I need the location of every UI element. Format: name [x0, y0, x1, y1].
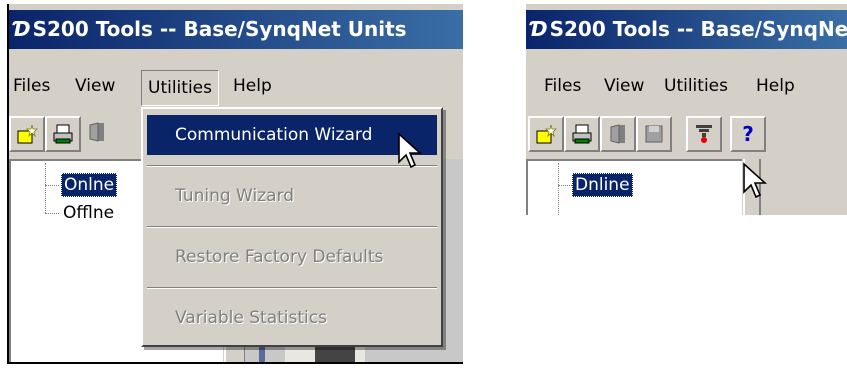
app-icon: Ɗ [530, 17, 548, 41]
tree-node-offline[interactable]: Offlne [61, 202, 116, 224]
right-title-bar: Ɗ S200 Tools -- Base/SynqNet [526, 10, 847, 49]
save-button[interactable] [636, 116, 672, 152]
left-menu-bar: Files View Utilities Help [9, 52, 463, 110]
menu-item-variable-statistics[interactable]: Variable Statistics [147, 298, 437, 338]
exit-icon [610, 124, 625, 144]
menu-separator [147, 165, 437, 167]
app-icon: Ɗ [13, 17, 31, 41]
menu-help[interactable]: Help [233, 76, 272, 96]
print-icon [53, 124, 73, 144]
right-window: Ɗ S200 Tools -- Base/SynqNet Files View U… [526, 4, 847, 215]
left-window-title: S200 Tools -- Base/SynqNet Units [32, 17, 407, 41]
exit-icon [89, 122, 104, 142]
menu-utilities[interactable]: Utilities [141, 70, 219, 106]
help-button[interactable]: ? [730, 116, 766, 152]
help-icon: ? [742, 122, 754, 146]
exit-button[interactable] [600, 116, 636, 152]
tree-node-online[interactable]: Dnline [572, 173, 633, 197]
left-title-bar: Ɗ S200 Tools -- Base/SynqNet Units [9, 10, 463, 49]
save-icon [645, 125, 663, 143]
menu-help[interactable]: Help [756, 76, 795, 96]
new-button[interactable] [528, 116, 564, 152]
menu-view[interactable]: View [604, 76, 644, 96]
menu-view[interactable]: View [75, 76, 115, 96]
communication-wizard-icon [696, 125, 712, 143]
menu-utilities[interactable]: Utilities [664, 76, 728, 96]
communication-wizard-button[interactable] [686, 116, 722, 152]
menu-files[interactable]: Files [13, 76, 50, 96]
menu-item-restore-factory-defaults[interactable]: Restore Factory Defaults [147, 237, 437, 277]
mouse-cursor-icon [398, 132, 423, 169]
left-window: Ɗ S200 Tools -- Base/SynqNet Units Files … [7, 4, 463, 364]
print-icon [572, 124, 592, 144]
menu-item-tuning-wizard[interactable]: Tuning Wizard [147, 176, 437, 216]
mouse-cursor-icon [743, 162, 768, 199]
new-icon [17, 124, 38, 144]
menu-separator [147, 226, 437, 228]
tree-node-online[interactable]: Onlne [61, 173, 118, 197]
menu-files[interactable]: Files [544, 76, 581, 96]
right-toolbar: ? [526, 112, 847, 157]
menu-item-communication-wizard[interactable]: Communication Wizard [147, 115, 437, 155]
exit-button[interactable] [81, 116, 113, 148]
menu-separator [147, 287, 437, 289]
print-button[interactable] [564, 116, 600, 152]
print-button[interactable] [45, 116, 81, 152]
right-menu-bar: Files View Utilities Help [526, 52, 847, 110]
new-icon [536, 124, 557, 144]
right-device-tree: Dnline [526, 159, 742, 215]
right-window-title: S200 Tools -- Base/SynqNet [549, 17, 847, 41]
new-button[interactable] [9, 116, 45, 152]
